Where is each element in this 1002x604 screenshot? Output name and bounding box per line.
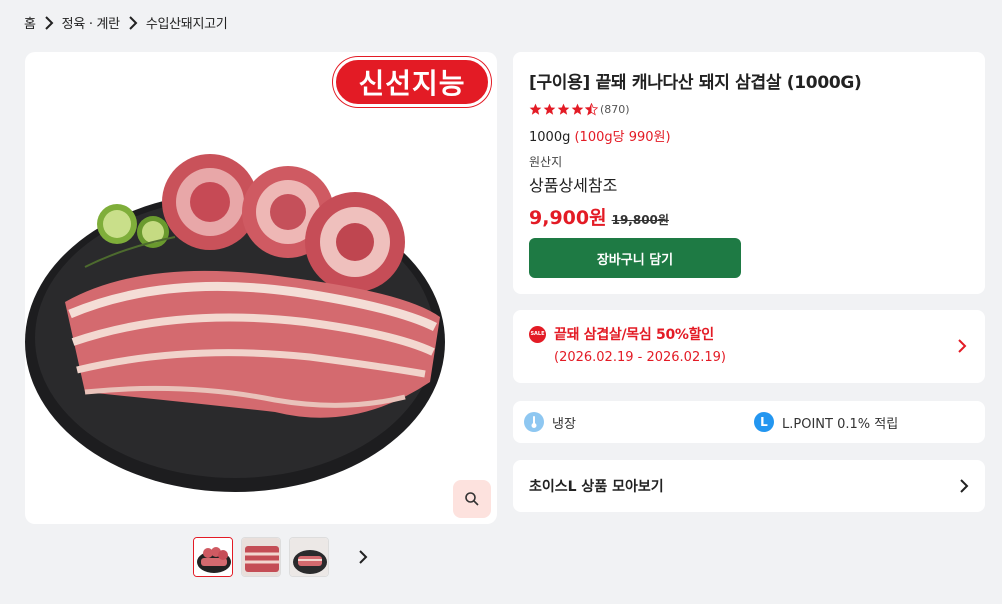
promotion-title: 끝돼 삼겹살/목심 50%할인 — [554, 327, 714, 343]
promotion-card[interactable]: SALE 끝돼 삼겹살/목심 50%할인 (2026.02.19 - 2026.… — [513, 310, 985, 383]
lpoint-info: L L.POINT 0.1% 적립 — [754, 412, 898, 432]
sale-icon: SALE — [529, 325, 546, 343]
zoom-button[interactable] — [453, 480, 491, 518]
product-image-card: 신선지능 — [25, 52, 497, 524]
thumbnail-1[interactable] — [193, 537, 233, 577]
chevron-right-icon — [958, 339, 967, 353]
rating[interactable]: (870) — [529, 103, 969, 116]
promotion-period: (2026.02.19 - 2026.02.19) — [554, 350, 726, 365]
thermometer-icon — [524, 412, 544, 432]
sale-price: 9,900원 — [529, 207, 607, 229]
thumbnail-image — [242, 538, 280, 576]
add-to-cart-button[interactable]: 장바구니 담기 — [529, 238, 741, 278]
chevron-right-icon — [128, 15, 138, 30]
star-icon — [543, 103, 556, 115]
star-icon — [529, 103, 542, 115]
breadcrumb: 홈 정육 · 계란 수입산돼지고기 — [24, 13, 228, 32]
feature-card: 냉장 L L.POINT 0.1% 적립 — [513, 401, 985, 443]
thumbnail-strip — [193, 537, 373, 577]
rating-count: (870) — [600, 103, 630, 116]
star-icon — [557, 103, 570, 115]
storage-label: 냉장 — [552, 416, 576, 432]
freshness-badge: 신선지능 — [333, 57, 491, 107]
product-info-card: [구이용] 끝돼 캐나다산 돼지 삼겹살 (1000G) (870) 1000g… — [513, 52, 985, 294]
weight: 1000g — [529, 130, 571, 145]
lpoint-icon: L — [754, 412, 774, 432]
breadcrumb-category[interactable]: 정육 · 계란 — [62, 13, 120, 32]
price-per-100g: (100g당 990원) — [574, 130, 671, 145]
lpoint-label: L.POINT 0.1% 적립 — [782, 416, 899, 432]
breadcrumb-subcategory[interactable]: 수입산돼지고기 — [146, 13, 228, 32]
thumbnail-next-button[interactable] — [353, 537, 373, 577]
thumbnail-image — [290, 538, 328, 576]
storage-info: 냉장 — [524, 412, 576, 432]
choice-l-link[interactable]: 초이스L 상품 모아보기 — [513, 460, 985, 512]
choice-l-label: 초이스L 상품 모아보기 — [529, 479, 664, 495]
thumbnail-2[interactable] — [241, 537, 281, 577]
chevron-right-icon — [44, 15, 54, 30]
thumbnail-image — [194, 538, 232, 576]
price-row: 9,900원 19,800원 — [529, 203, 969, 230]
origin-value: 상품상세참조 — [529, 176, 618, 195]
original-price: 19,800원 — [611, 213, 669, 227]
search-icon — [465, 492, 479, 506]
star-icon — [571, 103, 584, 115]
origin-label: 원산지 — [529, 155, 563, 169]
thumbnail-3[interactable] — [289, 537, 329, 577]
chevron-right-icon — [359, 550, 368, 564]
breadcrumb-home[interactable]: 홈 — [24, 13, 36, 32]
star-half-icon — [585, 103, 598, 116]
product-photo — [25, 154, 445, 492]
product-title: [구이용] 끝돼 캐나다산 돼지 삼겹살 (1000G) — [529, 73, 862, 93]
unit-price: 1000g (100g당 990원) — [529, 126, 969, 145]
chevron-right-icon — [960, 479, 969, 493]
